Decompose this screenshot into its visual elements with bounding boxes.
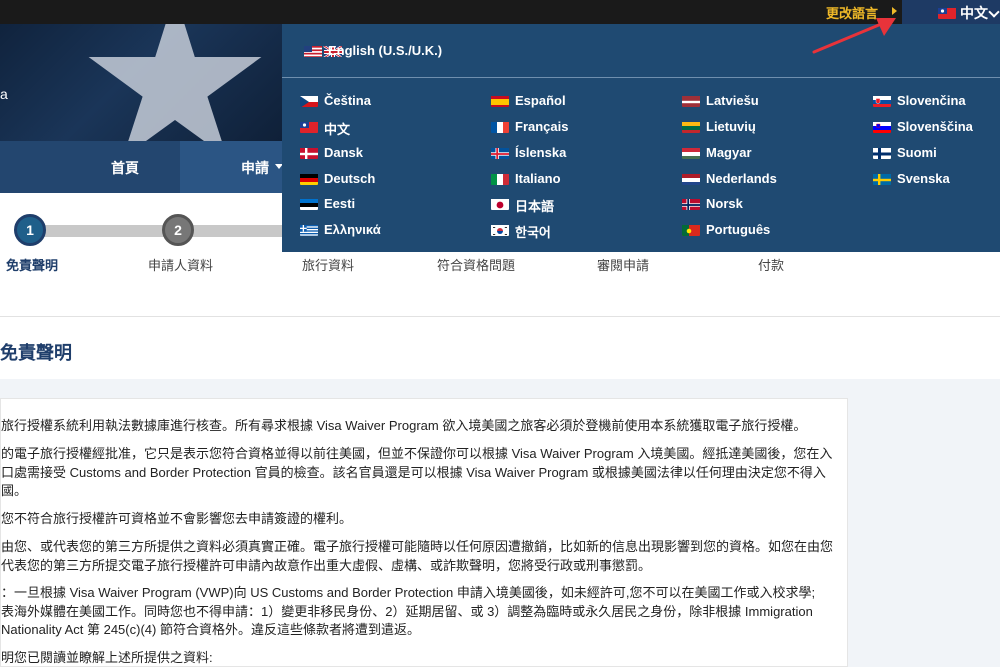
france-flag-icon — [491, 121, 509, 133]
step-label-eligibility: 符合資格問題 — [437, 258, 516, 273]
language-label: 日本語 — [515, 199, 555, 214]
language-label: Eesti — [324, 196, 356, 211]
language-label: Svenska — [897, 171, 950, 186]
japan-flag-icon — [491, 198, 509, 210]
latvia-flag-icon — [682, 95, 700, 107]
slovakia-flag-icon — [873, 95, 891, 107]
step-label-payment: 付款 — [758, 258, 785, 273]
page-title: 免責聲明 — [0, 343, 72, 363]
language-label: 中文 — [324, 122, 351, 137]
nav-home[interactable]: 首頁 — [0, 141, 180, 193]
language-label: 한국어 — [515, 225, 551, 240]
language-label: Suomi — [897, 145, 937, 160]
step-label-disclaimer: 免責聲明 — [6, 258, 59, 273]
language-label: Latviešu — [706, 93, 759, 108]
language-label: Français — [515, 119, 569, 134]
language-label: Português — [706, 222, 771, 237]
nav-home-label: 首頁 — [111, 160, 139, 176]
language-label: Norsk — [706, 196, 743, 211]
step-label-travel: 旅行資料 — [302, 258, 355, 273]
lithuania-flag-icon — [682, 121, 700, 133]
language-label: Nederlands — [706, 171, 777, 186]
step-2-circle: 2 — [162, 214, 194, 246]
language-label: Slovenčina — [897, 93, 966, 108]
chevron-down-icon — [988, 6, 1000, 18]
disclaimer-card: 旅行授權系統利用執法數據庫進行核查。所有尋求根據 Visa Waiver Pro… — [0, 398, 848, 667]
taiwan-flag-icon — [938, 7, 956, 19]
progress-track — [30, 225, 290, 237]
dropdown-separator — [282, 77, 1000, 78]
hungary-flag-icon — [682, 147, 700, 159]
language-label: Dansk — [324, 145, 364, 160]
korea-flag-icon — [491, 224, 509, 236]
language-label: Slovenščina — [897, 119, 973, 134]
step-label-review: 審閱申請 — [597, 258, 650, 273]
nav-apply-label: 申請 — [241, 160, 269, 176]
disclaimer-paragraph: 明您已閱讀並瞭解上述所提供之資料: — [1, 650, 213, 665]
language-dropdown: English (U.S./U.K.) Čeština 中文 Dansk Deu… — [282, 24, 1000, 252]
section-divider — [0, 316, 1000, 317]
portugal-flag-icon — [682, 224, 700, 236]
annotation-arrow-icon — [812, 18, 896, 54]
italy-flag-icon — [491, 173, 509, 185]
spain-flag-icon — [491, 95, 509, 107]
nav-apply[interactable]: 申請 — [180, 141, 283, 193]
language-label: Ελληνικά — [324, 222, 381, 237]
slovenia-flag-icon — [873, 121, 891, 133]
language-label: Magyar — [706, 145, 752, 160]
language-label: Íslenska — [515, 145, 567, 160]
czech-flag-icon — [300, 95, 318, 107]
current-language-label: 中文 — [960, 5, 988, 21]
greece-flag-icon — [300, 224, 318, 236]
step-label-applicant: 申請人資料 — [148, 258, 214, 273]
iceland-flag-icon — [491, 147, 509, 159]
star-graphic — [88, 24, 262, 141]
language-label: Čeština — [324, 93, 371, 108]
language-label: Deutsch — [324, 171, 376, 186]
denmark-flag-icon — [300, 147, 318, 159]
disclaimer-paragraph: ：一旦根據 Visa Waiver Program (VWP)向 US Cust… — [1, 585, 816, 637]
language-label: Español — [515, 93, 566, 108]
germany-flag-icon — [300, 173, 318, 185]
step-1-circle: 1 — [14, 214, 46, 246]
estonia-flag-icon — [300, 198, 318, 210]
netherlands-flag-icon — [682, 173, 700, 185]
disclaimer-paragraph: 旅行授權系統利用執法數據庫進行核查。所有尋求根據 Visa Waiver Pro… — [1, 418, 807, 433]
language-label: Italiano — [515, 171, 561, 186]
hero-text: a — [0, 86, 8, 102]
hero-banner: a — [0, 24, 282, 141]
norway-flag-icon — [682, 198, 700, 210]
language-selector[interactable]: 中文 — [902, 0, 1000, 24]
finland-flag-icon — [873, 147, 891, 159]
taiwan-flag-icon — [300, 121, 318, 133]
disclaimer-paragraph: 由您、或代表您的第三方所提供之資料必須真實正確。電子旅行授權可能隨時以任何原因遭… — [1, 539, 834, 573]
disclaimer-paragraph: 您不符合旅行授權許可資格並不會影響您去申請簽證的權利。 — [1, 511, 353, 526]
language-label: English (U.S./U.K.) — [328, 43, 443, 58]
disclaimer-paragraph: 的電子旅行授權經批准，它只是表示您符合資格並得以前往美國，但並不保證你可以根據 … — [1, 446, 833, 498]
sweden-flag-icon — [873, 173, 891, 185]
language-label: Lietuvių — [706, 119, 756, 134]
